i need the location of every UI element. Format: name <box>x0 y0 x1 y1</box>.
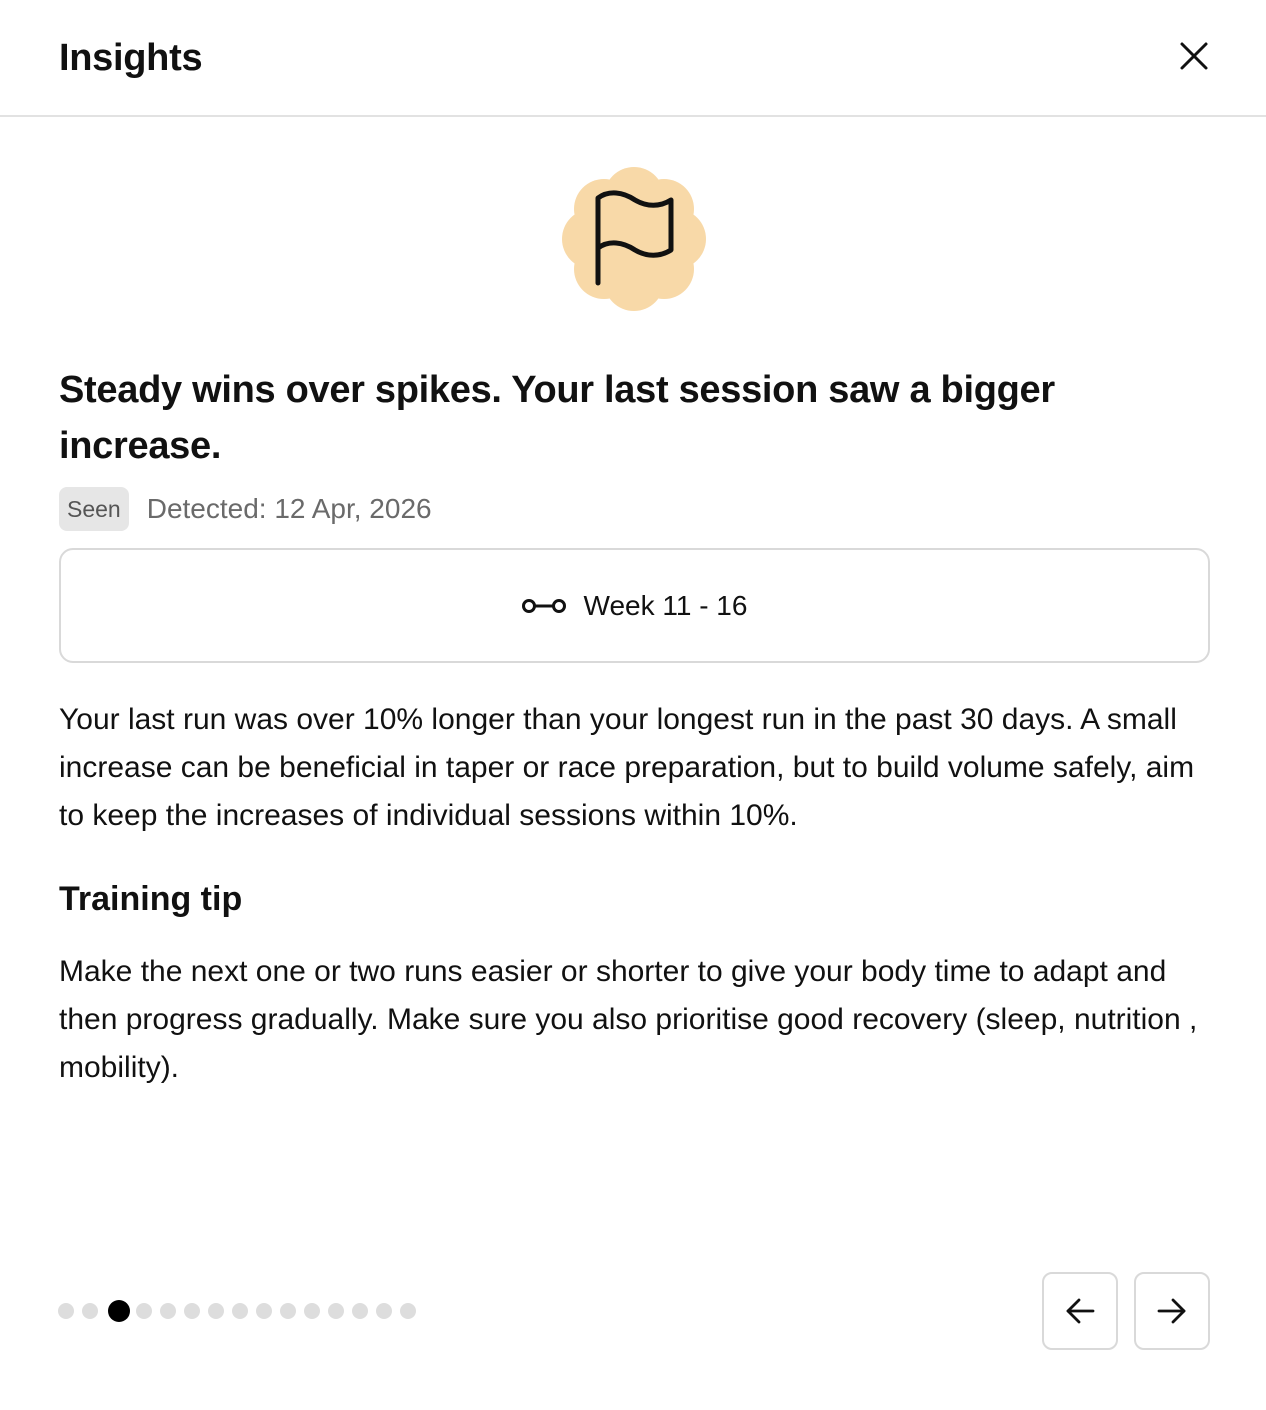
pagination-dot[interactable] <box>400 1303 416 1319</box>
pagination-dot[interactable] <box>280 1303 296 1319</box>
pagination-dot[interactable] <box>256 1303 272 1319</box>
pagination-dot[interactable] <box>184 1303 200 1319</box>
insight-headline: Steady wins over spikes. Your last sessi… <box>59 369 1055 467</box>
pagination-dot[interactable] <box>160 1303 176 1319</box>
training-tip-text: Make the next one or two runs easier or … <box>59 955 1198 1084</box>
pagination-dot[interactable] <box>304 1303 320 1319</box>
week-range-label: Week 11 - 16 <box>583 589 748 621</box>
pagination-dot[interactable] <box>232 1303 248 1319</box>
status-badge: Seen <box>59 487 129 531</box>
pagination-dot[interactable] <box>82 1303 98 1319</box>
page-title: Insights <box>59 37 203 79</box>
week-range-button[interactable]: Week 11 - 16 <box>59 548 1210 663</box>
pagination-dots <box>58 1299 424 1323</box>
training-tip-heading: Training tip <box>59 880 243 918</box>
pagination-dot[interactable] <box>352 1303 368 1319</box>
pagination-dot[interactable] <box>58 1303 74 1319</box>
insight-meta: Seen Detected: 12 Apr, 2026 <box>59 487 432 531</box>
pagination-dot[interactable] <box>208 1303 224 1319</box>
pagination-dot[interactable] <box>136 1303 152 1319</box>
pagination-dot[interactable] <box>376 1303 392 1319</box>
dialog-header: Insights <box>0 0 1266 117</box>
close-icon <box>1180 42 1208 70</box>
arrow-right-icon <box>1157 1298 1186 1324</box>
pagination-dot[interactable] <box>328 1303 344 1319</box>
range-icon <box>521 598 566 613</box>
insight-description: Your last run was over 10% longer than y… <box>59 703 1195 832</box>
next-button[interactable] <box>1134 1272 1210 1350</box>
detected-date: Detected: 12 Apr, 2026 <box>146 493 432 524</box>
arrow-left-icon <box>1066 1298 1095 1324</box>
flag-icon <box>561 166 707 312</box>
close-button[interactable] <box>1170 32 1218 80</box>
pagination-dot-active[interactable] <box>108 1300 130 1322</box>
previous-button[interactable] <box>1042 1272 1118 1350</box>
